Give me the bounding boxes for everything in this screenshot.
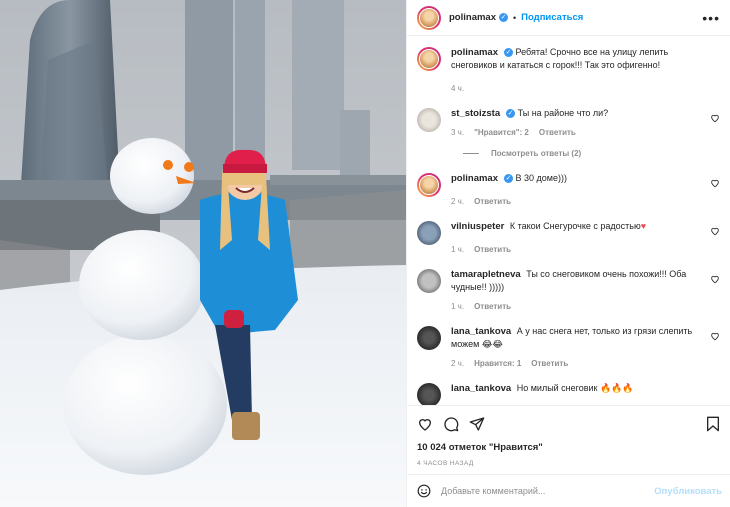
commenter-avatar[interactable]	[417, 221, 441, 245]
heart-icon[interactable]	[710, 331, 720, 341]
comment-username[interactable]: polinamax	[451, 173, 498, 184]
comment-username[interactable]: tamarapletneva	[451, 269, 521, 280]
heart-icon[interactable]	[710, 113, 720, 123]
comment-item: lana_tankova А у нас снега нет, только и…	[417, 325, 720, 370]
comment-text: Ты на районе что ли?	[517, 108, 609, 118]
heart-icon[interactable]	[710, 274, 720, 284]
post-timestamp: 4 ЧАСОВ НАЗАД	[417, 460, 474, 467]
comment-time: 2 ч.	[451, 359, 465, 368]
commenter-avatar[interactable]	[417, 173, 441, 197]
reply-button[interactable]: Ответить	[474, 197, 511, 206]
publish-button[interactable]: Опубликовать	[654, 486, 722, 497]
commenter-avatar[interactable]	[417, 108, 441, 132]
post-side-panel: polinamax ✓ • Подписаться ••• polinamax ✓…	[406, 0, 730, 507]
caption: polinamax ✓ Ребята! Срочно все на улицу л…	[417, 46, 720, 95]
reply-button[interactable]: Ответить	[474, 245, 511, 254]
author-username[interactable]: polinamax	[449, 12, 496, 23]
commenter-avatar[interactable]	[417, 383, 441, 405]
post-actions: 10 024 отметок "Нравится" 4 ЧАСОВ НАЗАД	[407, 405, 730, 474]
comment-username[interactable]: st_stoizsta	[451, 108, 500, 119]
view-replies-button[interactable]: Посмотреть ответы (2)	[417, 149, 720, 158]
comment-item: vilniuspeter К такои Снегурочке с радост…	[417, 220, 720, 256]
comment-username[interactable]: lana_tankova	[451, 326, 511, 337]
comment-icon[interactable]	[443, 416, 459, 432]
verified-icon: ✓	[504, 174, 513, 184]
comment-item: lana_tankova Но милый снеговик 🔥🔥🔥	[417, 382, 720, 405]
post-photo[interactable]	[0, 0, 406, 507]
comment-time: 3 ч.	[451, 128, 465, 137]
separator-dot: •	[513, 12, 517, 23]
replies-line	[463, 153, 479, 154]
heart-emoji: ♥	[640, 221, 647, 231]
commenter-avatar[interactable]	[417, 326, 441, 350]
reply-button[interactable]: Ответить	[539, 128, 576, 137]
comment-likes[interactable]: Нравится: 1	[474, 359, 521, 368]
comment-item: tamarapletneva Ты со снеговиком очень по…	[417, 268, 720, 313]
bookmark-icon[interactable]	[706, 416, 720, 432]
comment-time: 2 ч.	[451, 197, 465, 206]
caption-username[interactable]: polinamax	[451, 47, 498, 58]
reply-button[interactable]: Ответить	[474, 302, 511, 311]
add-comment-bar: Опубликовать	[407, 474, 730, 507]
comment-username[interactable]: lana_tankova	[451, 383, 511, 394]
comment-username[interactable]: vilniuspeter	[451, 221, 504, 232]
heart-icon[interactable]	[710, 226, 720, 236]
more-icon[interactable]: •••	[702, 10, 720, 26]
comment-time: 1 ч.	[451, 245, 465, 254]
author-avatar[interactable]	[417, 5, 441, 30]
comment-text: Но милый снеговик	[516, 383, 598, 393]
fire-emoji: 🔥🔥🔥	[600, 383, 634, 393]
comments-list[interactable]: polinamax ✓ Ребята! Срочно все на улицу л…	[407, 36, 730, 405]
view-replies-label: Посмотреть ответы (2)	[491, 149, 582, 158]
comment-item: polinamax ✓ В 30 доме))) 2 ч. Ответить	[417, 172, 720, 208]
heart-icon[interactable]	[417, 416, 433, 432]
reply-button[interactable]: Ответить	[531, 359, 568, 368]
heart-icon[interactable]	[710, 178, 720, 188]
verified-icon: ✓	[504, 48, 513, 58]
caption-avatar[interactable]	[417, 47, 441, 71]
comment-likes[interactable]: "Нравится": 2	[474, 128, 529, 137]
laughing-emoji: 😂😂	[481, 339, 503, 349]
comment-text: В 30 доме)))	[515, 173, 567, 183]
emoji-icon[interactable]	[417, 484, 431, 498]
commenter-avatar[interactable]	[417, 269, 441, 293]
share-icon[interactable]	[469, 416, 485, 432]
comment-text: К такои Снегурочке с радостью	[509, 221, 641, 231]
likes-count[interactable]: 10 024 отметок "Нравится"	[417, 442, 720, 453]
comment-input[interactable]	[441, 486, 655, 496]
post-header: polinamax ✓ • Подписаться •••	[407, 0, 730, 36]
comment-item: st_stoizsta ✓ Ты на районе что ли? 3 ч. "Н…	[417, 107, 720, 139]
comment-time: 1 ч.	[451, 302, 465, 311]
follow-button[interactable]: Подписаться	[521, 12, 583, 23]
verified-icon: ✓	[499, 13, 508, 22]
verified-icon: ✓	[506, 109, 516, 119]
snowman-photo-illustration	[0, 0, 406, 507]
instagram-post: polinamax ✓ • Подписаться ••• polinamax ✓…	[0, 0, 730, 507]
caption-time: 4 ч.	[451, 84, 465, 93]
